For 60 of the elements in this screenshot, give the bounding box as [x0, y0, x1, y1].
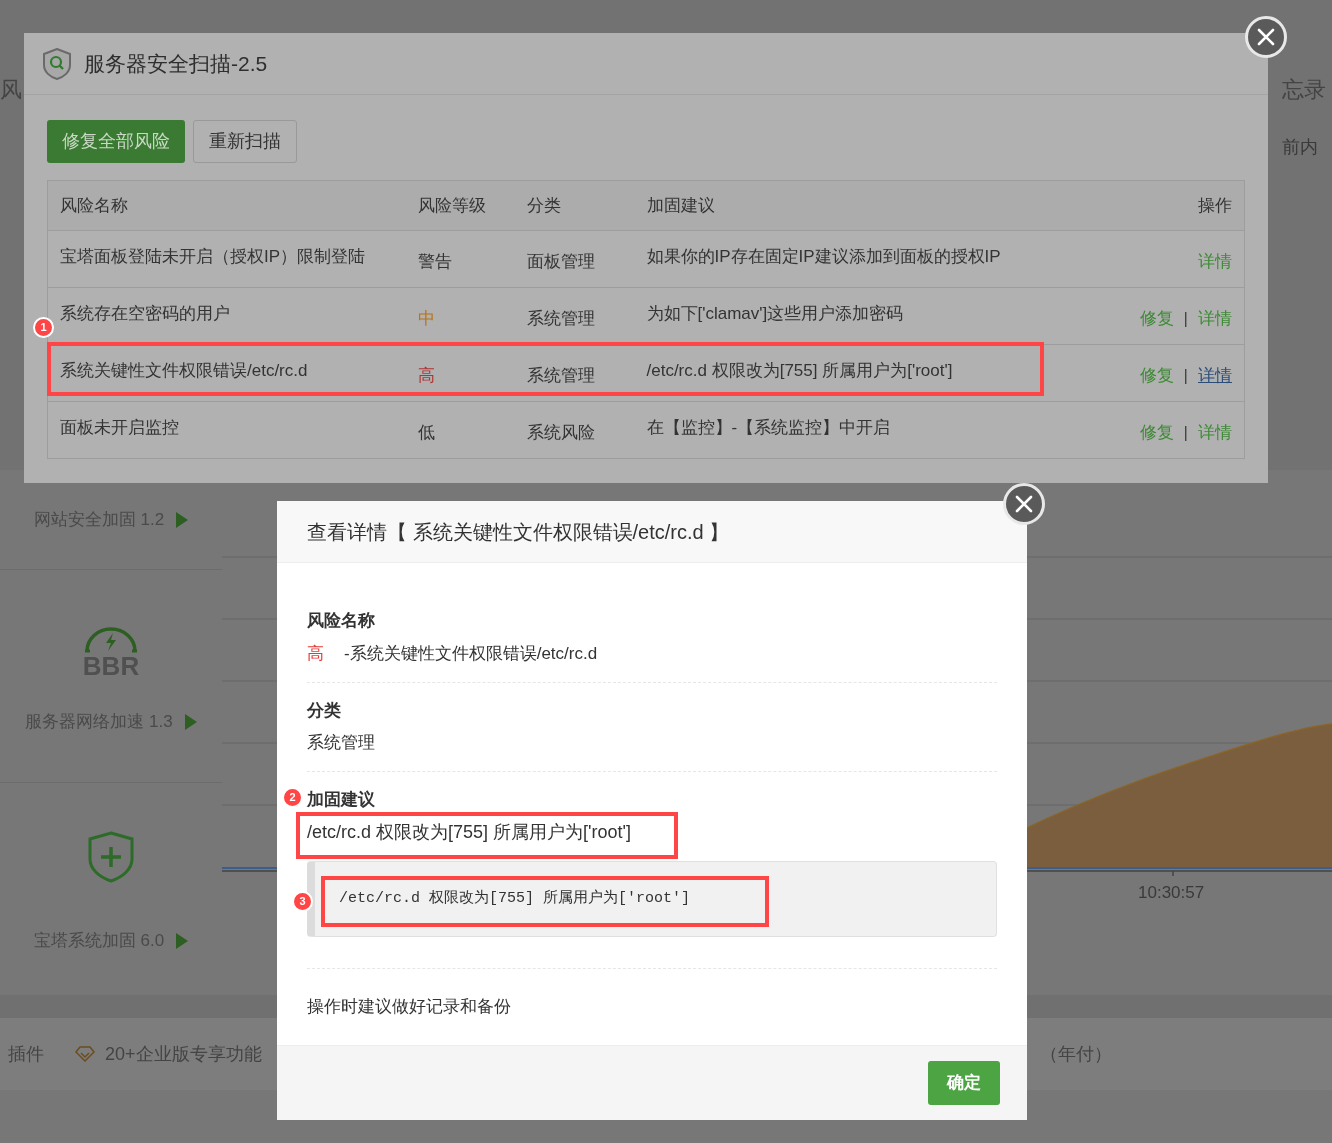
table-cell: 系统管理: [526, 366, 595, 386]
column-header: 分类: [526, 195, 561, 215]
suggestion-text: /etc/rc.d 权限改为[755] 所属用户为['root']: [307, 822, 631, 842]
separator: |: [1183, 423, 1188, 443]
table-cell: 为如下['clamav']这些用户添加密码: [646, 304, 904, 323]
table-cell: 面板未开启监控: [60, 418, 179, 437]
table-cell: 宝塔面板登陆未开启（授权IP）限制登陆: [60, 247, 366, 266]
table-cell: 系统存在空密码的用户: [60, 304, 230, 323]
close-icon: [1015, 495, 1033, 513]
rescan-button[interactable]: 重新扫描: [193, 120, 297, 163]
feature-text: （年付）: [1040, 1042, 1112, 1066]
play-icon: [176, 932, 189, 949]
separator: |: [1183, 309, 1188, 329]
column-header: 风险等级: [417, 195, 486, 215]
confirm-button[interactable]: 确定: [928, 1061, 1000, 1105]
risk-level: 中: [417, 309, 435, 329]
column-header: 操作: [1198, 195, 1232, 215]
action-link[interactable]: 详情: [1198, 423, 1232, 443]
table-cell: 系统管理: [526, 309, 595, 329]
action-link[interactable]: 详情: [1198, 366, 1232, 386]
fix-all-button[interactable]: 修复全部风险: [47, 120, 185, 163]
table-cell: 面板管理: [526, 252, 595, 272]
table-cell: 系统关键性文件权限错误/etc/rc.d: [60, 361, 308, 380]
action-link[interactable]: 修复: [1139, 366, 1174, 386]
dialog-title: 查看详情【 系统关键性文件权限错误/etc/rc.d 】: [307, 519, 730, 545]
risk-level: 警告: [417, 252, 452, 272]
shield-plus-icon: [88, 830, 134, 883]
feature-text: 插件: [8, 1042, 44, 1066]
risk-level: 高: [307, 644, 324, 664]
risk-level: 低: [417, 423, 435, 443]
shield-search-icon: [42, 47, 72, 80]
risk-level: 高: [417, 366, 435, 386]
diamond-icon: [75, 1046, 95, 1062]
action-link[interactable]: 详情: [1198, 309, 1232, 329]
close-button[interactable]: [1003, 483, 1045, 525]
section-heading: 分类: [307, 701, 342, 721]
dialog-title: 服务器安全扫描-2.5: [84, 50, 268, 77]
play-icon: [184, 714, 197, 730]
column-header: 加固建议: [646, 195, 715, 215]
action-link[interactable]: 修复: [1139, 309, 1174, 329]
action-link[interactable]: 详情: [1198, 252, 1232, 272]
section-heading: 风险名称: [307, 611, 376, 631]
code-text: /etc/rc.d 权限改为[755] 所属用户为['root']: [339, 888, 691, 909]
table-cell: 系统风险: [526, 423, 595, 443]
speedometer-icon: [83, 627, 139, 654]
axis-time-label: 10:30:57: [1138, 882, 1205, 904]
separator: |: [1183, 366, 1188, 386]
panel-title: 前内: [1282, 136, 1319, 159]
table-cell: 如果你的IP存在固定IP建议添加到面板的授权IP: [646, 247, 1001, 266]
table-cell: 在【监控】-【系统监控】中开启: [646, 418, 891, 437]
close-icon: [1257, 28, 1275, 46]
category-text: 系统管理: [307, 733, 376, 753]
play-icon: [176, 511, 189, 528]
table-cell: /etc/rc.d 权限改为[755] 所属用户为['root']: [646, 361, 953, 380]
section-heading: 加固建议: [307, 790, 376, 810]
column-header: 风险名称: [60, 195, 128, 215]
note-text: 操作时建议做好记录和备份: [307, 996, 512, 1018]
feature-text: 20+企业版专享功能: [105, 1042, 262, 1066]
action-link[interactable]: 修复: [1139, 423, 1174, 443]
risk-name: -系统关键性文件权限错误/etc/rc.d: [344, 644, 598, 664]
